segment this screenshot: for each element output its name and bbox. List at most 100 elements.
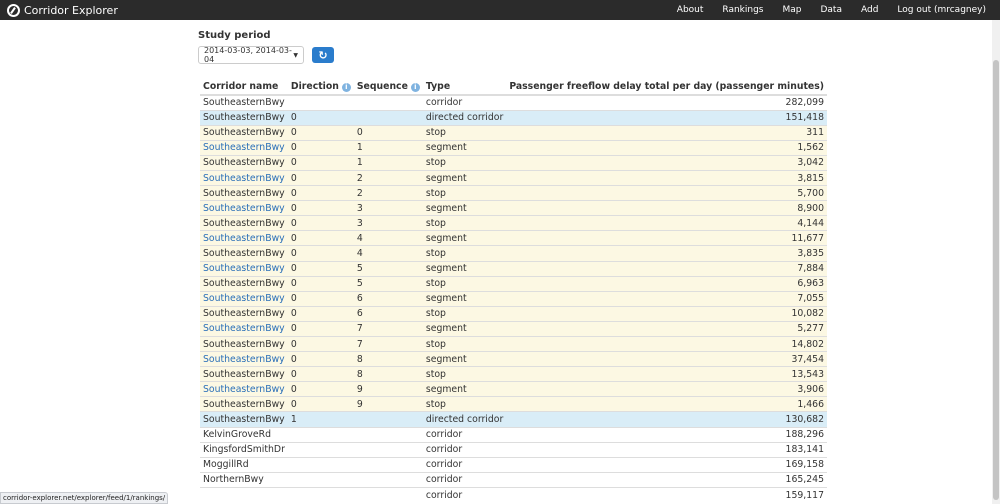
- segment-link[interactable]: SoutheasternBwy: [203, 323, 285, 334]
- cell-type: corridor: [422, 441, 507, 458]
- nav-logout[interactable]: Log out (mrcagney): [897, 5, 986, 15]
- cell-delay-total: 311: [506, 124, 827, 141]
- header-corridor-name[interactable]: Corridor name: [200, 79, 288, 96]
- cell-corridor-name[interactable]: SoutheasternBwy: [200, 320, 288, 337]
- cell-corridor-name[interactable]: SoutheasternBwy: [200, 230, 288, 246]
- header-type[interactable]: Type: [422, 79, 507, 96]
- table-row: SoutheasternBwy 0 8 segment 37,454: [200, 351, 827, 367]
- segment-link[interactable]: SoutheasternBwy: [203, 203, 285, 214]
- cell-sequence: 5: [353, 275, 423, 292]
- table-row: SoutheasternBwy 0 8 stop 13,543: [200, 366, 827, 382]
- cell-direction: 0: [287, 396, 354, 412]
- cell-direction: 0: [287, 245, 354, 262]
- table-row: SoutheasternBwy 0 6 stop 10,082: [200, 305, 827, 322]
- segment-link[interactable]: SoutheasternBwy: [203, 173, 285, 184]
- cell-sequence: [353, 94, 423, 111]
- cell-direction: 0: [287, 290, 354, 307]
- cell-sequence: 8: [353, 366, 423, 382]
- refresh-button[interactable]: ↻: [312, 47, 334, 63]
- cell-corridor-name[interactable]: SoutheasternBwy: [200, 290, 288, 307]
- cell-direction: 0: [287, 230, 354, 246]
- cell-type: segment: [422, 169, 507, 186]
- cell-sequence: 7: [353, 320, 423, 337]
- cell-sequence: [353, 426, 423, 443]
- cell-delay-total: 1,562: [506, 139, 827, 156]
- scrollbar-thumb[interactable]: [993, 60, 999, 500]
- cell-corridor-name[interactable]: SoutheasternBwy: [200, 351, 288, 367]
- nav-about[interactable]: About: [677, 5, 704, 15]
- table-row: SoutheasternBwy 0 2 segment 3,815: [200, 169, 827, 186]
- cell-sequence: [353, 411, 423, 428]
- header-sequence[interactable]: Sequence i: [353, 79, 423, 96]
- header-delay-total[interactable]: Passenger freeflow delay total per day (…: [506, 79, 827, 96]
- table-row: SoutheasternBwy 0 6 segment 7,055: [200, 290, 827, 307]
- segment-link[interactable]: SoutheasternBwy: [203, 142, 285, 153]
- cell-direction: 0: [287, 366, 354, 382]
- segment-link[interactable]: SoutheasternBwy: [203, 233, 285, 244]
- nav-add[interactable]: Add: [861, 5, 878, 15]
- cell-corridor-name[interactable]: SoutheasternBwy: [200, 139, 288, 156]
- cell-direction: 0: [287, 185, 354, 201]
- cell-direction: 0: [287, 320, 354, 337]
- nav-rankings[interactable]: Rankings: [722, 5, 763, 15]
- cell-delay-total: 159,117: [506, 486, 827, 503]
- cell-corridor-name: SoutheasternBwy: [200, 335, 288, 352]
- cell-type: stop: [422, 305, 507, 322]
- table-row: SoutheasternBwy corridor 282,099: [200, 94, 827, 111]
- cell-sequence: 8: [353, 351, 423, 367]
- cell-delay-total: 7,884: [506, 260, 827, 277]
- cell-corridor-name: SoutheasternBwy: [200, 275, 288, 292]
- cell-delay-total: 7,055: [506, 290, 827, 307]
- refresh-icon: ↻: [318, 48, 328, 62]
- cell-direction: 0: [287, 200, 354, 216]
- study-period-select[interactable]: 2014-03-03, 2014-03-04 ▼: [198, 46, 304, 64]
- table-row: SoutheasternBwy 0 7 stop 14,802: [200, 335, 827, 352]
- cell-corridor-name[interactable]: SoutheasternBwy: [200, 169, 288, 186]
- nav-map[interactable]: Map: [782, 5, 801, 15]
- cell-type: directed corridor: [422, 109, 507, 126]
- table-row: SoutheasternBwy 0 5 stop 6,963: [200, 275, 827, 292]
- info-icon[interactable]: i: [410, 83, 420, 92]
- cell-direction: [287, 441, 354, 458]
- table-row: KingsfordSmithDr corridor 183,141: [200, 441, 827, 458]
- cell-type: corridor: [422, 456, 507, 473]
- cell-sequence: 3: [353, 215, 423, 231]
- cell-type: segment: [422, 230, 507, 246]
- table-row: SoutheasternBwy 0 5 segment 7,884: [200, 260, 827, 277]
- cell-direction: 0: [287, 351, 354, 367]
- nav-data[interactable]: Data: [820, 5, 842, 15]
- cell-sequence: [353, 441, 423, 458]
- header-sequence-label: Sequence: [356, 81, 408, 92]
- cell-delay-total: 165,245: [506, 471, 827, 488]
- header-direction[interactable]: Direction i: [287, 79, 354, 96]
- brand[interactable]: Corridor Explorer: [7, 2, 118, 18]
- cell-corridor-name[interactable]: SoutheasternBwy: [200, 381, 288, 397]
- segment-link[interactable]: SoutheasternBwy: [203, 354, 285, 365]
- cell-corridor-name[interactable]: SoutheasternBwy: [200, 260, 288, 277]
- cell-direction: 0: [287, 109, 354, 126]
- chevron-down-icon: ▼: [293, 51, 298, 59]
- table-row: SoutheasternBwy 0 1 segment 1,562: [200, 139, 827, 156]
- cell-corridor-name: MoggillRd: [200, 456, 288, 473]
- cell-corridor-name: [200, 486, 288, 503]
- cell-sequence: 2: [353, 185, 423, 201]
- cell-corridor-name: KingsfordSmithDr: [200, 441, 288, 458]
- cell-corridor-name: SoutheasternBwy: [200, 366, 288, 382]
- cell-type: segment: [422, 320, 507, 337]
- cell-type: stop: [422, 185, 507, 201]
- segment-link[interactable]: SoutheasternBwy: [203, 293, 285, 304]
- cell-direction: [287, 94, 354, 111]
- info-icon[interactable]: i: [341, 83, 351, 92]
- cell-direction: 0: [287, 124, 354, 141]
- cell-direction: [287, 486, 354, 503]
- segment-link[interactable]: SoutheasternBwy: [203, 263, 285, 274]
- study-period-label: Study period: [198, 30, 271, 41]
- table-row: SoutheasternBwy 0 2 stop 5,700: [200, 185, 827, 201]
- header-direction-label: Direction: [290, 81, 339, 92]
- cell-sequence: 9: [353, 396, 423, 412]
- cell-corridor-name[interactable]: SoutheasternBwy: [200, 200, 288, 216]
- page-scrollbar[interactable]: [992, 20, 1000, 504]
- cell-type: stop: [422, 335, 507, 352]
- table-row: KelvinGroveRd corridor 188,296: [200, 426, 827, 443]
- segment-link[interactable]: SoutheasternBwy: [203, 384, 285, 395]
